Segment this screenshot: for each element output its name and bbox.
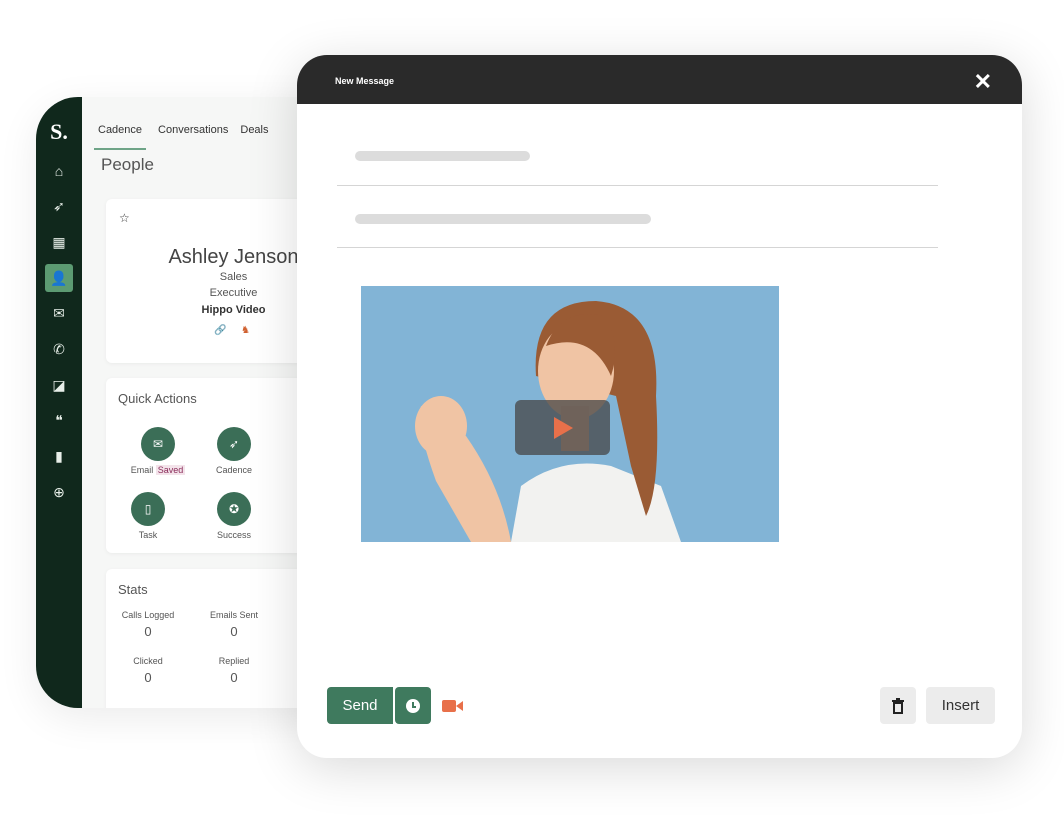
person-icon[interactable]: 👤 bbox=[45, 264, 73, 293]
home-icon[interactable]: ⌂ bbox=[45, 157, 73, 185]
quote-icon[interactable]: ❝ bbox=[45, 407, 73, 435]
stat-replied: Replied 0 bbox=[218, 656, 250, 685]
stat-emails-sent: Emails Sent 0 bbox=[209, 610, 259, 639]
building-icon[interactable]: ▦ bbox=[45, 228, 73, 256]
divider bbox=[337, 185, 938, 186]
link-icon[interactable]: 🔗 bbox=[214, 325, 226, 336]
star-icon[interactable]: ☆ bbox=[119, 211, 130, 225]
insert-button[interactable]: Insert bbox=[926, 687, 995, 724]
stats-card: Stats Calls Logged 0 Emails Sent 0 Clicked… bbox=[106, 569, 326, 708]
record-video-button[interactable] bbox=[441, 687, 465, 724]
logo: S. bbox=[50, 119, 68, 144]
document-icon[interactable]: ◪ bbox=[45, 371, 73, 399]
subject-field[interactable] bbox=[355, 214, 651, 224]
clock-icon bbox=[406, 698, 420, 713]
send-button[interactable]: Send bbox=[327, 687, 393, 724]
video-thumbnail[interactable] bbox=[361, 286, 779, 542]
saved-badge: Saved bbox=[155, 465, 186, 475]
delete-button[interactable] bbox=[880, 687, 916, 724]
stat-clicked: Clicked 0 bbox=[133, 656, 163, 685]
clipboard-icon: ▯ bbox=[131, 492, 165, 526]
divider bbox=[337, 247, 938, 248]
mail-icon[interactable]: ✉ bbox=[45, 300, 73, 328]
play-icon bbox=[553, 416, 573, 439]
quick-action-task[interactable]: ▯ Task bbox=[118, 492, 178, 540]
crm-panel: S. ⌂ ➶ ▦ 👤 ✉ ✆ ◪ ❝ ▮ ⊕ Cadence Conversations Deal… bbox=[36, 97, 326, 708]
close-icon[interactable]: ✕ bbox=[974, 69, 992, 95]
tab-conversations[interactable]: Conversations bbox=[158, 124, 228, 150]
rocket-icon: ➶ bbox=[217, 427, 251, 461]
trash-icon bbox=[892, 697, 904, 714]
stats-title: Stats bbox=[118, 582, 148, 597]
tab-deals[interactable]: Deals bbox=[240, 124, 268, 150]
quick-action-email[interactable]: ✉ Email Saved bbox=[118, 427, 198, 475]
to-field[interactable] bbox=[355, 151, 530, 161]
chart-icon[interactable]: ▮ bbox=[45, 443, 73, 471]
tab-cadence[interactable]: Cadence bbox=[94, 124, 147, 150]
contact-title: Sales bbox=[219, 271, 248, 283]
contact-title-2: Executive bbox=[209, 287, 258, 299]
rocket-icon[interactable]: ➶ bbox=[45, 193, 73, 221]
play-button[interactable] bbox=[515, 400, 610, 455]
stat-calls-logged: Calls Logged 0 bbox=[121, 610, 175, 639]
quick-action-cadence[interactable]: ➶ Cadence bbox=[204, 427, 264, 475]
contact-card: ☆ Ashley Jenson Sales Executive Hippo Vi… bbox=[106, 199, 326, 363]
phone-icon[interactable]: ✆ bbox=[45, 336, 73, 364]
tabs: Cadence Conversations Deals bbox=[94, 124, 269, 150]
sidebar: S. ⌂ ➶ ▦ 👤 ✉ ✆ ◪ ❝ ▮ ⊕ bbox=[36, 97, 82, 708]
page-title: People bbox=[101, 155, 154, 174]
award-icon: ✪ bbox=[217, 492, 251, 526]
quick-actions-card: Quick Actions ✉ Email Saved ➶ Cadence ▯ Tas… bbox=[106, 378, 326, 553]
quick-actions-title: Quick Actions bbox=[118, 391, 197, 406]
quick-action-success[interactable]: ✪ Success bbox=[204, 492, 264, 540]
new-message-modal: New Message ✕ Send Insert bbox=[297, 55, 1022, 758]
hippo-icon[interactable]: ♞ bbox=[241, 325, 250, 336]
schedule-button[interactable] bbox=[395, 687, 431, 724]
modal-title: New Message bbox=[335, 76, 395, 86]
target-icon[interactable]: ⊕ bbox=[45, 478, 73, 506]
video-camera-icon bbox=[442, 699, 463, 712]
contact-name: Ashley Jenson bbox=[168, 246, 299, 268]
contact-company: Hippo Video bbox=[201, 304, 266, 316]
modal-header: New Message ✕ bbox=[297, 55, 1022, 104]
mail-icon: ✉ bbox=[141, 427, 175, 461]
